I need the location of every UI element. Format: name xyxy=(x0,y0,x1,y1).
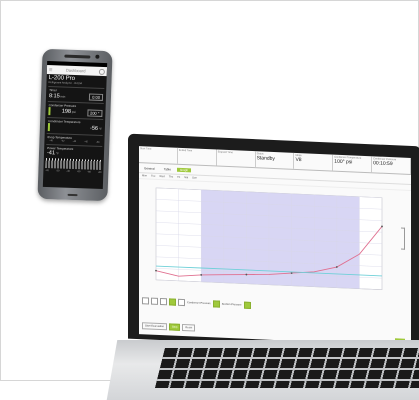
laptop-screen: Start Time Ended Time Elapsed Time Statu… xyxy=(139,146,411,346)
phone-screen: ☰ Dashboard L-200 Pro Refrigerant Analyz… xyxy=(42,60,108,190)
power-temp-unit: °F xyxy=(55,151,59,156)
reset-button[interactable]: Reset xyxy=(182,323,196,332)
status-value: Standby xyxy=(256,155,275,163)
menu-icon[interactable]: ☰ xyxy=(49,67,53,72)
status-key: Ended Time xyxy=(178,148,193,153)
evap-scale: -40 -42 -40 -45 -50 xyxy=(49,139,99,144)
legend-toggle[interactable] xyxy=(212,299,220,308)
evap-temp-card[interactable]: Evap Temperature -40 -42 -40 -45 -50 xyxy=(46,133,103,145)
scale-tick: -50 xyxy=(76,170,81,174)
chart-svg xyxy=(155,187,383,290)
status-value: 100° psi xyxy=(334,158,353,166)
cond-pressure-unit: psi xyxy=(71,109,76,115)
cond-pressure-value: 198 xyxy=(61,108,72,115)
sub-tab[interactable]: Sat xyxy=(184,176,188,179)
cond-temp-unit: °F xyxy=(98,126,102,131)
sub-tab[interactable]: Mon xyxy=(142,174,147,177)
search-icon[interactable] xyxy=(98,68,105,75)
pressure-chart[interactable] xyxy=(142,179,397,300)
status-value: V8 xyxy=(295,156,302,164)
page-button[interactable] xyxy=(160,297,167,305)
cond-temp-value: -56 xyxy=(89,125,99,132)
power-temp-value: -41 xyxy=(46,150,56,157)
sub-tab[interactable]: Wed xyxy=(159,175,164,178)
cond-temp-card[interactable]: Condenser Temperature -56 °F xyxy=(46,117,104,134)
tab-general[interactable]: General xyxy=(141,166,158,171)
status-cell: Condenser Temperature 100° psi xyxy=(333,154,373,173)
prev-page-button[interactable] xyxy=(151,297,158,305)
smartphone: ☰ Dashboard L-200 Pro Refrigerant Analyz… xyxy=(37,48,113,202)
legend-toggle[interactable] xyxy=(243,301,251,309)
status-cell: Start Time xyxy=(139,146,178,164)
scale-tick: -40 xyxy=(66,169,70,173)
device-header: L-200 Pro Refrigerant Analyzer · R410A xyxy=(46,74,106,87)
status-key: Start Time xyxy=(140,147,152,151)
accent-bar xyxy=(47,123,51,132)
status-cell: Status Standby xyxy=(255,151,295,169)
bottom-scale: -20 -30 -40 -50 -60 -80 xyxy=(45,169,101,174)
sub-tab[interactable]: Sun xyxy=(192,176,197,179)
sub-tab[interactable]: Thu xyxy=(169,175,173,178)
timer-box: 0:00 xyxy=(89,93,104,101)
laptop-lid: Start Time Ended Time Elapsed Time Statu… xyxy=(128,133,419,352)
start-evacuation-button[interactable]: Start Evacuation xyxy=(142,322,168,331)
first-page-button[interactable] xyxy=(142,296,149,305)
status-cell: Ended Time xyxy=(177,147,217,166)
timer-value: 8:15 xyxy=(48,92,60,99)
legend-label: Condenser Pressure xyxy=(187,300,211,305)
scale-tick: -80 xyxy=(97,170,102,174)
phone-camera xyxy=(95,54,100,59)
zoom-bracket[interactable] xyxy=(401,227,405,250)
power-temp-card[interactable]: Power Temperature -41 °F xyxy=(45,144,103,159)
scale-tick: -42 xyxy=(61,139,65,143)
phone-speaker xyxy=(64,54,91,59)
next-page-button[interactable] xyxy=(169,297,176,306)
status-key: Elapsed Time xyxy=(217,150,233,155)
scale-tick: -60 xyxy=(87,170,91,174)
scale-tick: -40 xyxy=(72,139,77,144)
gauge-bars xyxy=(45,158,102,170)
keyboard-rows xyxy=(155,348,419,388)
sub-tab[interactable]: Fri xyxy=(177,176,180,179)
status-cell: Elapsed Time xyxy=(216,149,256,168)
last-page-button[interactable] xyxy=(178,298,185,306)
accent-bar xyxy=(48,107,51,116)
phone-home-button[interactable] xyxy=(67,193,78,197)
scale-tick: -30 xyxy=(55,169,60,173)
device-subtitle: Refrigerant Analyzer · R410A xyxy=(48,81,83,86)
app-title: Dashboard xyxy=(65,67,86,74)
stop-button[interactable]: Stop xyxy=(169,323,181,331)
scale-tick: -40 xyxy=(49,139,53,143)
tab-table[interactable]: Table xyxy=(161,167,174,172)
cond-pressure-box: 200 ° xyxy=(86,108,103,117)
chart-controls: Condenser Pressure Suction Pressure xyxy=(142,296,402,315)
timer-card[interactable]: Timer 8:15 min 0:00 xyxy=(47,86,105,102)
scale-tick: -45 xyxy=(84,140,88,144)
status-cell: Condenser Pressure 00:10:59 xyxy=(372,156,411,174)
timer-unit: min xyxy=(60,93,66,99)
legend-label: Suction Pressure xyxy=(221,302,242,307)
sub-tab[interactable]: Tue xyxy=(151,175,155,178)
status-value: 00:10:59 xyxy=(373,160,393,168)
tab-graph[interactable]: Graph xyxy=(176,167,192,172)
scale-tick: -20 xyxy=(45,168,49,173)
scale-tick: -50 xyxy=(95,140,100,144)
cond-pressure-card[interactable]: Condenser Pressure 198 psi 200 ° xyxy=(47,101,104,118)
footer-buttons: Start Evacuation Stop Reset xyxy=(142,322,196,332)
status-cell: Mode V8 xyxy=(294,152,334,171)
